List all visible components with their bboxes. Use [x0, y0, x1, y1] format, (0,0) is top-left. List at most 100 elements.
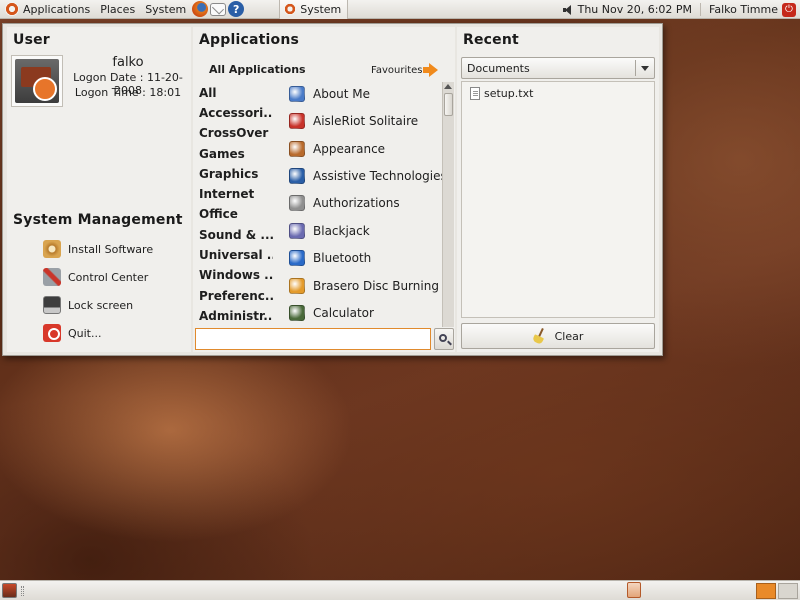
accessibility-icon: [289, 168, 305, 184]
recent-item-setup-txt[interactable]: setup.txt: [470, 85, 533, 101]
install-software-label: Install Software: [68, 242, 154, 256]
app-label: Calculator: [313, 306, 374, 320]
category-graphics[interactable]: Graphics: [199, 167, 273, 185]
blackjack-icon: [289, 223, 305, 239]
app-assistive-technologies[interactable]: Assistive Technologies: [289, 165, 447, 187]
cards-icon: [289, 113, 305, 129]
control-center-icon: [43, 268, 61, 286]
app-authorizations[interactable]: Authorizations: [289, 192, 439, 214]
app-calculator[interactable]: Calculator: [289, 302, 439, 324]
clock[interactable]: Thu Nov 20, 6:02 PM: [578, 3, 702, 16]
lock-screen-icon: [43, 296, 61, 314]
app-aisleriot-solitaire[interactable]: AisleRiot Solitaire: [289, 110, 439, 132]
recent-pane: Recent Documents setup.txt Clear: [457, 27, 659, 352]
category-all[interactable]: All: [199, 86, 273, 104]
lock-screen-button[interactable]: Lock screen: [43, 294, 133, 316]
keys-icon: [289, 195, 305, 211]
control-center-label: Control Center: [68, 270, 149, 284]
app-label: Brasero Disc Burning: [313, 279, 439, 293]
install-software-icon: [43, 240, 61, 258]
system-menu-label: System: [145, 2, 187, 16]
category-games[interactable]: Games: [199, 147, 273, 165]
category-preferences[interactable]: Preferenc...: [199, 289, 273, 307]
applications-pane: Applications All Applications Favourites…: [193, 27, 455, 352]
user-pane: User falko Logon Date : 11-20-2008 Logon…: [7, 27, 191, 352]
select-divider: [635, 60, 636, 76]
recent-filter-value: Documents: [467, 61, 530, 75]
help-icon[interactable]: ?: [228, 1, 245, 17]
ubuntu-logo-icon: [5, 2, 19, 16]
user-heading: User: [13, 32, 50, 48]
favourites-button[interactable]: Favourites: [371, 63, 438, 77]
shutdown-icon[interactable]: ⏻: [782, 2, 796, 17]
app-appearance[interactable]: Appearance: [289, 138, 439, 160]
bottom-panel: [0, 580, 800, 600]
category-internet[interactable]: Internet: [199, 187, 273, 205]
places-menu[interactable]: Places: [95, 0, 140, 19]
recent-list: setup.txt: [461, 81, 655, 318]
scroll-up-icon[interactable]: [444, 84, 452, 89]
firefox-icon[interactable]: [192, 1, 209, 17]
show-desktop-icon[interactable]: [2, 583, 17, 598]
clear-button[interactable]: Clear: [461, 323, 655, 349]
search-icon: [439, 334, 447, 342]
appearance-icon: [289, 141, 305, 157]
mail-icon[interactable]: [210, 2, 227, 16]
main-menu-window: User falko Logon Date : 11-20-2008 Logon…: [2, 23, 663, 356]
applications-menu-label: Applications: [23, 2, 91, 16]
calculator-icon: [289, 305, 305, 321]
about-me-icon: [289, 86, 305, 102]
category-administration[interactable]: Administr...: [199, 309, 273, 327]
system-menu[interactable]: System: [140, 0, 191, 19]
category-office[interactable]: Office: [199, 207, 273, 225]
disc-icon: [289, 278, 305, 294]
bluetooth-icon: [289, 250, 305, 266]
app-list-scrollbar[interactable]: [442, 82, 454, 327]
places-menu-label: Places: [100, 2, 136, 16]
quit-icon: [43, 324, 61, 342]
avatar-frame[interactable]: [11, 55, 63, 107]
search-input[interactable]: [195, 328, 431, 350]
app-bluetooth[interactable]: Bluetooth: [289, 247, 439, 269]
app-label: Appearance: [313, 142, 386, 156]
scrollbar-thumb[interactable]: [444, 93, 453, 116]
app-label: Blackjack: [313, 224, 370, 238]
category-sound[interactable]: Sound & ...: [199, 228, 273, 246]
quit-label: Quit...: [68, 326, 102, 340]
category-universal[interactable]: Universal ...: [199, 248, 273, 266]
control-center-button[interactable]: Control Center: [43, 266, 148, 288]
update-notifier-icon[interactable]: [627, 582, 641, 598]
top-panel: Applications Places System ? System Thu …: [0, 0, 800, 19]
workspace-1[interactable]: [756, 583, 776, 599]
volume-icon[interactable]: [562, 4, 574, 15]
quit-button[interactable]: Quit...: [43, 322, 102, 344]
category-windows[interactable]: Windows ...: [199, 268, 273, 286]
app-label: About Me: [313, 87, 371, 101]
taskbar-button-label: System: [300, 2, 342, 16]
applications-heading: Applications: [199, 32, 300, 48]
text-file-icon: [470, 86, 480, 100]
system-management-heading: System Management: [13, 212, 183, 228]
app-about-me[interactable]: About Me: [289, 83, 439, 105]
category-accessories[interactable]: Accessori...: [199, 106, 273, 124]
logon-time: Logon Time : 18:01: [74, 86, 182, 99]
all-applications-label: All Applications: [209, 63, 306, 76]
install-software-button[interactable]: Install Software: [43, 238, 153, 260]
category-crossover[interactable]: CrossOver: [199, 126, 273, 144]
recent-item-label: setup.txt: [484, 86, 534, 100]
app-label: Assistive Technologies: [313, 169, 447, 183]
workspace-2[interactable]: [778, 583, 798, 599]
recent-heading: Recent: [463, 32, 519, 48]
taskbar-button-system[interactable]: System: [279, 0, 349, 19]
user-switcher[interactable]: Falko Timme: [701, 3, 782, 16]
panel-handle[interactable]: [21, 586, 24, 596]
applications-menu[interactable]: Applications: [0, 0, 95, 19]
broom-icon: [533, 328, 547, 344]
app-label: AisleRiot Solitaire: [313, 114, 419, 128]
system-tray: Thu Nov 20, 6:02 PM Falko Timme ⏻: [562, 0, 800, 19]
app-brasero-disc-burning[interactable]: Brasero Disc Burning: [289, 275, 439, 297]
search-button[interactable]: [434, 328, 454, 350]
app-blackjack[interactable]: Blackjack: [289, 220, 439, 242]
favourites-label: Favourites: [371, 64, 423, 76]
recent-filter-select[interactable]: Documents: [461, 57, 655, 79]
